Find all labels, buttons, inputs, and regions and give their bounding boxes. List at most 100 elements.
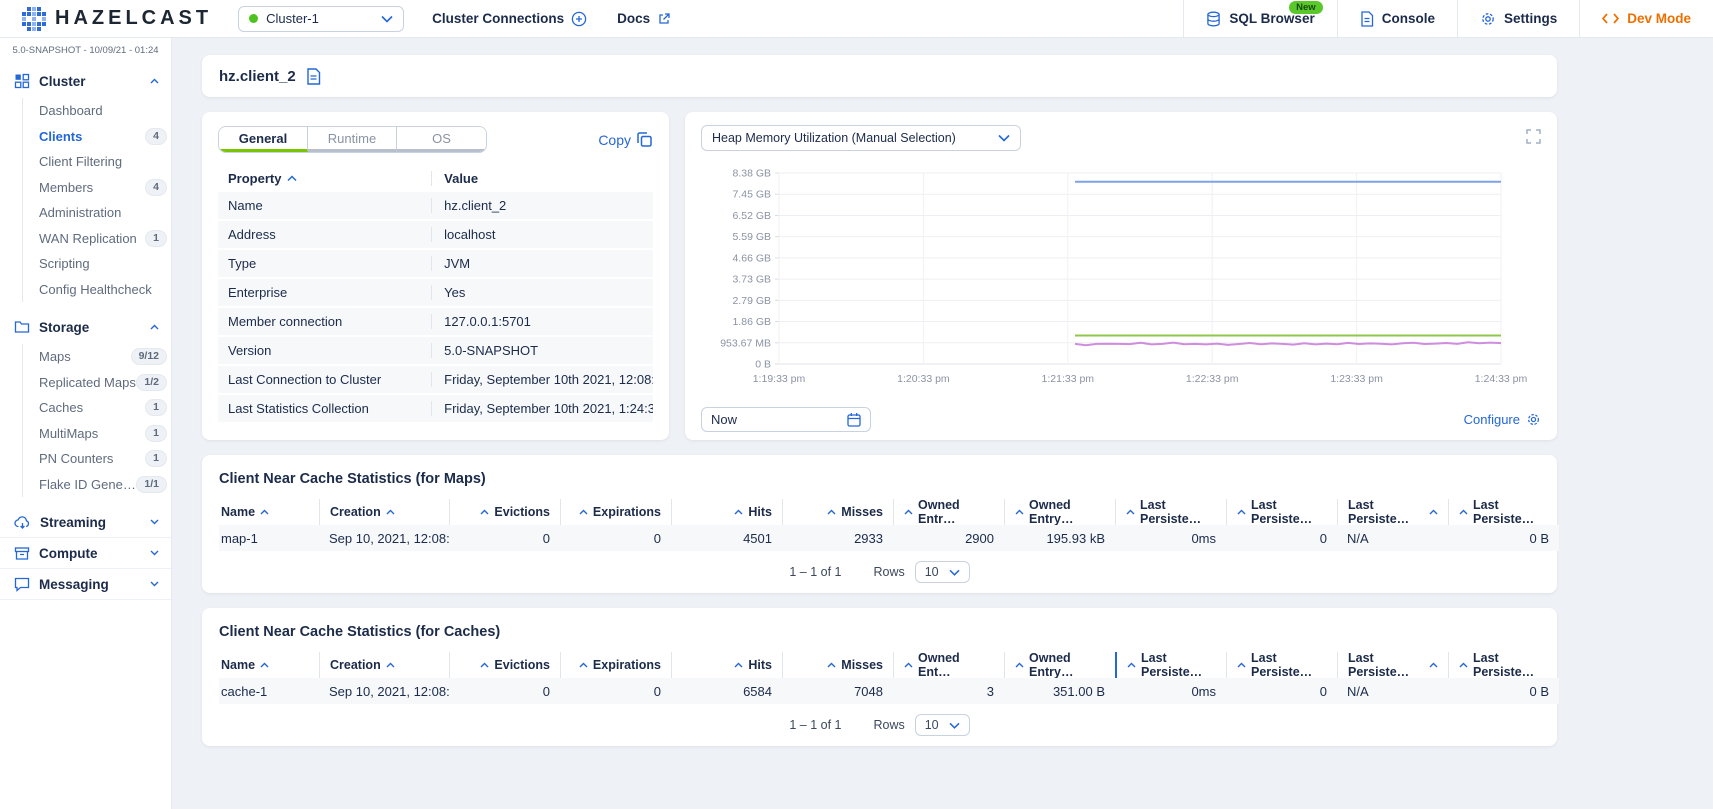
property-column-header[interactable]: Property [218,171,431,186]
sidebar-section-messaging[interactable]: Messaging [0,568,171,599]
sidebar-item-maps[interactable]: Maps9/12 [39,344,171,370]
column-header-lastpersiste[interactable]: Last Persiste… [1337,499,1448,525]
cell-hits: 6584 [671,678,782,704]
sort-asc-icon [287,175,297,182]
hazelcast-logo[interactable]: HAZELCAST [0,7,238,31]
sidebar-section-cluster[interactable]: Cluster [0,66,171,96]
column-header-ownedentry[interactable]: Owned Entry… [1004,652,1115,678]
docs-label: Docs [617,11,650,26]
sidebar-item-client-filtering[interactable]: Client Filtering [39,149,171,175]
svg-text:1:19:33 pm: 1:19:33 pm [753,373,806,385]
sidebar-item-config-healthcheck[interactable]: Config Healthcheck [39,277,171,303]
column-header-lastpersiste[interactable]: Last Persiste… [1448,652,1559,678]
page-title: hz.client_2 [219,68,296,85]
svg-text:4.66 GB: 4.66 GB [732,252,771,264]
column-header-name[interactable]: Name [219,499,319,525]
cluster-select[interactable]: Cluster-1 [238,6,404,32]
column-header-creation[interactable]: Creation [319,652,449,678]
console-button[interactable]: Console [1337,0,1457,38]
sidebar-item-caches[interactable]: Caches1 [39,395,171,421]
column-header-misses[interactable]: Misses [782,652,893,678]
tab-general[interactable]: General [219,127,308,152]
svg-text:1:24:33 pm: 1:24:33 pm [1475,373,1528,385]
sort-icon [1015,509,1024,515]
top-bar: HAZELCAST Cluster-1 Cluster Connections … [0,0,1713,38]
column-header-name[interactable]: Name [219,652,319,678]
sidebar-section-storage[interactable]: Storage [0,312,171,342]
property-value: hz.client_2 [431,198,653,213]
column-header-misses[interactable]: Misses [782,499,893,525]
column-header-lastpersiste[interactable]: Last Persiste… [1115,652,1226,678]
sidebar-item-badge: 9/12 [131,348,167,365]
metric-select-value: Heap Memory Utilization (Manual Selectio… [712,131,998,145]
sidebar-item-administration[interactable]: Administration [39,200,171,226]
chevron-down-icon [949,722,960,729]
sidebar-section-compute[interactable]: Compute [0,537,171,568]
tab-runtime[interactable]: Runtime [308,127,397,152]
column-label: Expirations [593,505,661,519]
configure-button[interactable]: Configure [1464,412,1541,427]
page-size-value: 10 [925,565,939,579]
cell-lastpersiste: N/A [1337,525,1448,551]
metric-select[interactable]: Heap Memory Utilization (Manual Selectio… [701,125,1021,151]
sidebar-item-clients[interactable]: Clients4 [39,124,171,150]
docs-link[interactable]: Docs [617,11,671,26]
column-header-expirations[interactable]: Expirations [560,652,671,678]
cell-lastpersiste: 0ms [1115,678,1226,704]
settings-button[interactable]: Settings [1457,0,1579,38]
column-header-evictions[interactable]: Evictions [449,499,560,525]
sidebar-item-wan-replication[interactable]: WAN Replication1 [39,226,171,252]
sidebar-item-multimaps[interactable]: MultiMaps1 [39,421,171,447]
cluster-connections-button[interactable]: Cluster Connections [432,11,587,27]
sidebar-item-badge: 1 [145,450,167,467]
dev-mode-button[interactable]: Dev Mode [1579,0,1713,38]
page-size-select[interactable]: 10 [915,714,970,736]
chevron-down-icon [150,519,159,525]
column-header-creation[interactable]: Creation [319,499,449,525]
sort-icon [579,662,588,668]
column-header-hits[interactable]: Hits [671,652,782,678]
sidebar-item-members[interactable]: Members4 [39,175,171,201]
cell-lastpersiste: 0 [1226,678,1337,704]
cell-evictions: 0 [449,525,560,551]
column-header-lastpersiste[interactable]: Last Persiste… [1226,652,1337,678]
column-header-lastpersiste[interactable]: Last Persiste… [1448,499,1559,525]
column-header-ownedentr[interactable]: Owned Entr… [893,499,1004,525]
sidebar-item-scripting[interactable]: Scripting [39,251,171,277]
column-header-evictions[interactable]: Evictions [449,652,560,678]
time-range-input[interactable]: Now [701,407,871,432]
fullscreen-icon[interactable] [1526,129,1541,144]
column-header-expirations[interactable]: Expirations [560,499,671,525]
chevron-down-icon [150,581,159,587]
property-value: Friday, September 10th 2021, 12:08:4… [431,372,653,387]
sidebar-item-label: Config Healthcheck [39,282,171,297]
column-label: Hits [748,505,772,519]
sidebar-item-dashboard[interactable]: Dashboard [39,98,171,124]
code-icon [1602,13,1619,24]
column-header-lastpersiste[interactable]: Last Persiste… [1337,652,1448,678]
sidebar-item-label: Client Filtering [39,154,171,169]
column-header-lastpersiste[interactable]: Last Persiste… [1115,499,1226,525]
sql-browser-button[interactable]: New SQL Browser [1183,0,1336,38]
property-name: Type [218,256,431,271]
calendar-icon [847,412,861,427]
folder-icon [14,319,30,335]
sidebar-section-streaming[interactable]: Streaming [0,507,171,537]
chevron-down-icon [949,569,960,576]
page-title-card: hz.client_2 [202,55,1557,97]
cell-lastpersiste: 0 [1226,525,1337,551]
svg-text:0 B: 0 B [755,359,771,371]
copy-button[interactable]: Copy [598,131,653,148]
column-header-hits[interactable]: Hits [671,499,782,525]
sidebar-item-flake-id-generators[interactable]: Flake ID Generators1/1 [39,472,171,498]
chevron-down-icon [381,15,393,23]
column-header-lastpersiste[interactable]: Last Persiste… [1226,499,1337,525]
page-size-select[interactable]: 10 [915,561,970,583]
tab-os[interactable]: OS [397,127,486,152]
column-header-ownedent[interactable]: Owned Ent… [893,652,1004,678]
sidebar-item-badge: 4 [145,128,167,145]
sidebar-item-replicated-maps[interactable]: Replicated Maps1/2 [39,370,171,396]
column-header-ownedentry[interactable]: Owned Entry… [1004,499,1115,525]
sidebar-item-pn-counters[interactable]: PN Counters1 [39,446,171,472]
client-doc-icon[interactable] [306,68,321,85]
